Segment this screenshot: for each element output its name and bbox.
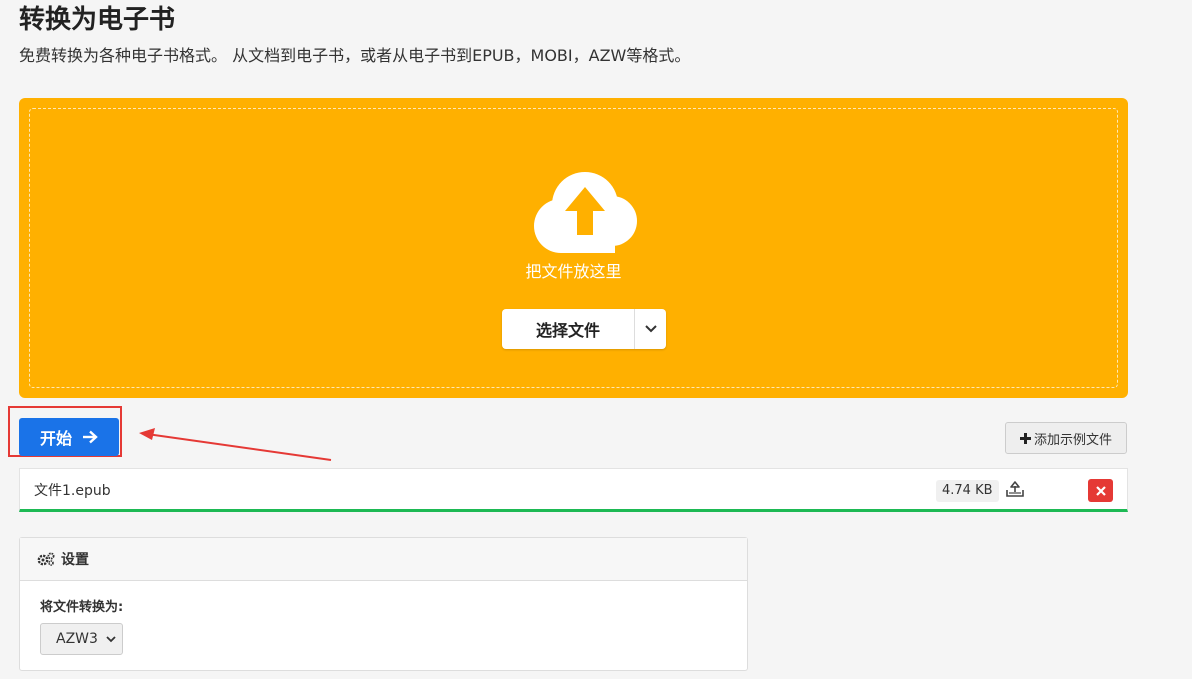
settings-panel: 设置 将文件转换为: AZW3 xyxy=(19,537,748,671)
file-size-badge: 4.74 KB xyxy=(936,480,999,502)
file-name: 文件1.epub xyxy=(34,483,111,499)
file-dropzone[interactable]: 把文件放这里 选择文件 xyxy=(19,98,1128,398)
dropzone-dashed-border: 把文件放这里 选择文件 xyxy=(29,108,1118,388)
plus-icon xyxy=(1019,432,1031,444)
choose-source-dropdown-button[interactable] xyxy=(634,309,666,349)
settings-header: 设置 xyxy=(20,538,747,581)
file-list-item: 文件1.epub 4.74 KB xyxy=(19,468,1128,512)
page-subtitle: 免费转换为各种电子书格式。 从文档到电子书，或者从电子书到EPUB，MOBI，A… xyxy=(19,46,691,65)
choose-file-button[interactable]: 选择文件 xyxy=(502,309,634,349)
cloud-upload-icon xyxy=(534,172,637,253)
gears-icon xyxy=(37,552,55,566)
choose-file-group: 选择文件 xyxy=(502,309,666,349)
download-tray-icon[interactable] xyxy=(1005,479,1025,499)
start-button-label: 开始 xyxy=(39,429,72,448)
chevron-down-icon xyxy=(644,325,657,333)
remove-file-button[interactable] xyxy=(1088,479,1113,502)
add-example-file-button[interactable]: 添加示例文件 xyxy=(1005,422,1127,454)
close-icon xyxy=(1095,485,1106,496)
chevron-down-icon xyxy=(106,636,116,643)
settings-title: 设置 xyxy=(61,552,89,568)
drop-files-label: 把文件放这里 xyxy=(525,262,622,281)
convert-to-label: 将文件转换为: xyxy=(40,600,124,615)
target-format-select[interactable]: AZW3 xyxy=(40,623,123,655)
page-title: 转换为电子书 xyxy=(19,5,176,35)
annotation-arrow xyxy=(139,428,332,461)
start-button[interactable]: 开始 xyxy=(19,418,119,456)
add-example-label: 添加示例文件 xyxy=(1033,432,1112,448)
selected-format-value: AZW3 xyxy=(56,631,98,647)
arrow-right-icon xyxy=(83,430,98,444)
page: 转换为电子书 免费转换为各种电子书格式。 从文档到电子书，或者从电子书到EPUB… xyxy=(0,0,1192,679)
